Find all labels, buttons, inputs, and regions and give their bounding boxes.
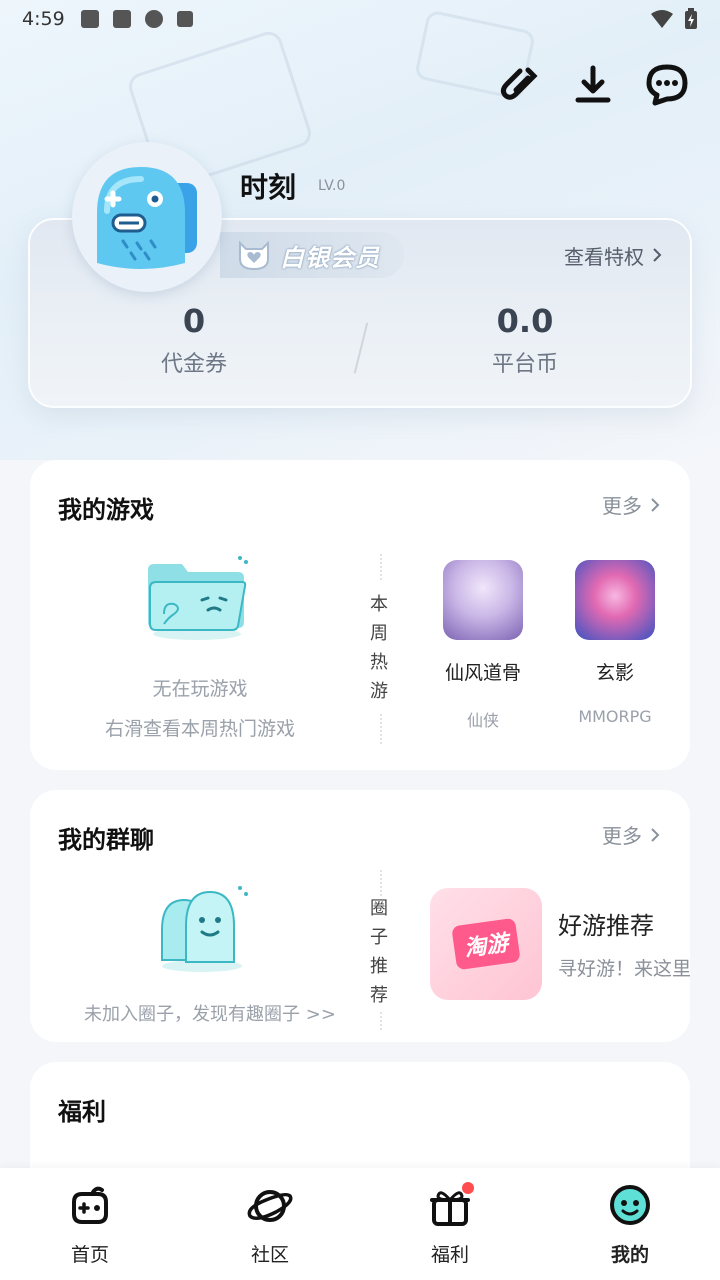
group-cover: 淘游: [430, 888, 542, 1000]
tag-char: 游: [370, 681, 388, 702]
user-level: LV.0: [318, 178, 346, 194]
bottom-nav: 首页 社区 福利 我的: [0, 1168, 720, 1280]
divider: [380, 554, 382, 580]
no-games-text: 无在玩游戏: [152, 678, 248, 700]
vip-badge: 白银会员: [220, 232, 404, 278]
more-label: 更多: [602, 494, 642, 518]
top-actions: [496, 62, 690, 108]
swipe-hint-text: 右滑查看本周热门游戏: [104, 718, 295, 740]
download-button[interactable]: [570, 62, 616, 108]
message-button[interactable]: [644, 62, 690, 108]
recommended-group[interactable]: 淘游 好游推荐 寻好游！来这里: [430, 888, 690, 1002]
game-genre: 仙侠: [466, 711, 499, 730]
group-cover-label: 淘游: [451, 917, 521, 971]
download-icon: [575, 65, 611, 103]
face-icon: [606, 1182, 654, 1230]
chevron-right-icon: [653, 248, 662, 262]
tag-char: 子: [370, 927, 388, 948]
empty-group-icon: [161, 886, 248, 972]
my-games-more-link[interactable]: 更多: [602, 490, 660, 519]
vouchers-label: 代金券: [160, 352, 227, 377]
game-cover: [443, 560, 523, 640]
game-item[interactable]: 玄影 MMORPG: [560, 560, 670, 726]
tag-char: 热: [370, 652, 388, 673]
planet-icon: [246, 1182, 294, 1230]
game-name: 仙风道骨: [444, 662, 521, 684]
tag-char: 本: [370, 594, 388, 615]
more-label: 更多: [602, 824, 642, 848]
platform-coins-value: 0.0: [496, 302, 554, 340]
my-games-card: 我的游戏 更多 无在玩游戏 右滑查看本周热门游戏 本 周 热 游 仙风道骨 仙侠…: [30, 460, 690, 770]
group-description: 寻好游！来这里: [558, 958, 690, 980]
chat-bubble-icon: [646, 64, 688, 106]
game-cover: [575, 560, 655, 640]
stat-platform-coins[interactable]: 0.0 平台币: [405, 302, 645, 378]
battery-icon: [685, 8, 697, 29]
status-bar: 4:59: [0, 0, 720, 38]
edit-button[interactable]: [496, 62, 542, 108]
app-notification-icon: [112, 10, 131, 28]
game-genre: MMORPG: [578, 707, 652, 726]
platform-coins-label: 平台币: [491, 352, 558, 377]
wifi-icon: [651, 10, 673, 28]
my-groups-more-link[interactable]: 更多: [602, 820, 660, 849]
my-games-title: 我的游戏: [58, 496, 154, 524]
tag-char: 周: [370, 623, 388, 644]
mascot-avatar-icon: [97, 167, 197, 269]
font-notification-icon: [176, 11, 193, 27]
divider: [380, 1012, 382, 1030]
group-name: 好游推荐: [558, 912, 654, 940]
game-item[interactable]: 仙风道骨 仙侠: [428, 560, 538, 731]
tag-char: 推: [370, 956, 388, 977]
game-name: 玄影: [595, 662, 634, 684]
stat-vouchers[interactable]: 0 代金券: [74, 302, 314, 378]
heart-cat-icon: [239, 240, 269, 271]
nav-mine[interactable]: 我的: [540, 1168, 720, 1280]
status-time: 4:59: [22, 8, 65, 30]
vip-level-name: 白银会员: [280, 243, 380, 272]
empty-folder-icon: [148, 556, 248, 640]
view-privilege-link[interactable]: 查看特权: [564, 241, 662, 270]
nav-home[interactable]: 首页: [0, 1168, 180, 1280]
weekly-hot-tag: 本 周 热 游: [364, 590, 394, 706]
notification-dot: [462, 1182, 474, 1194]
my-groups-title: 我的群聊: [58, 826, 154, 854]
join-circle-link[interactable]: 未加入圈子，发现有趣圈子 >>: [50, 1000, 370, 1026]
tag-char: 圈: [370, 898, 388, 919]
divider: [380, 870, 382, 896]
my-groups-card: 我的群聊 更多 未加入圈子，发现有趣圈子 >> 圈 子 推 荐 淘游 好游推荐 …: [30, 790, 690, 1042]
avatar[interactable]: [72, 142, 222, 292]
nav-home-label: 首页: [70, 1244, 109, 1266]
sync-notification-icon: [144, 10, 163, 28]
circle-recommend-tag: 圈 子 推 荐: [364, 894, 394, 1010]
gamepad-icon: [66, 1182, 114, 1230]
nickname: 时刻: [240, 171, 297, 204]
nav-welfare[interactable]: 福利: [360, 1168, 540, 1280]
chevron-right-icon: [651, 497, 660, 512]
vip-strip: 白银会员 查看特权: [220, 224, 690, 286]
nav-mine-label: 我的: [610, 1244, 649, 1266]
nav-welfare-label: 福利: [430, 1244, 469, 1266]
nav-community-label: 社区: [250, 1244, 289, 1266]
vouchers-value: 0: [182, 302, 206, 340]
divider: [380, 714, 382, 744]
image-notification-icon: [80, 10, 99, 28]
paperclip-edit-icon: [500, 67, 538, 100]
view-privilege-label: 查看特权: [564, 244, 644, 269]
chevron-right-icon: [651, 827, 660, 842]
welfare-title: 福利: [58, 1098, 106, 1126]
tag-char: 荐: [370, 985, 388, 1006]
nav-community[interactable]: 社区: [180, 1168, 360, 1280]
